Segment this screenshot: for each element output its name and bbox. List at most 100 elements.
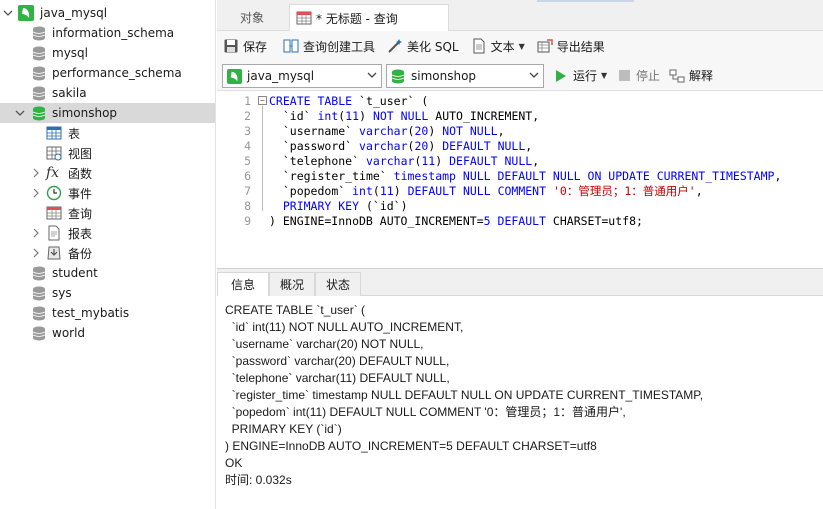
line-number: 3: [244, 124, 251, 138]
db-label: mysql: [52, 46, 88, 60]
tab-objects[interactable]: 对象: [217, 4, 287, 31]
tree-item-label: 视图: [68, 146, 93, 161]
code-line: ) ENGINE=InnoDB AUTO_INCREMENT=5 DEFAULT…: [269, 214, 643, 228]
stop-button[interactable]: 停止: [619, 67, 660, 84]
tree-item-queries[interactable]: 查询: [0, 203, 215, 223]
tree-db-test_mybatis[interactable]: test_mybatis: [0, 303, 215, 323]
export-label: 导出结果: [556, 39, 605, 54]
connection-icon: [18, 5, 34, 21]
fold-toggle[interactable]: −: [258, 96, 267, 105]
tree-db-mysql[interactable]: mysql: [0, 43, 215, 63]
save-button[interactable]: 保存: [223, 38, 267, 55]
tab-info[interactable]: 信息: [217, 272, 269, 296]
database-select[interactable]: simonshop: [386, 64, 544, 88]
output-time: 时间: 0.032s: [225, 473, 292, 487]
stop-icon: [619, 70, 630, 81]
beautify-sql-button[interactable]: 美化 SQL: [387, 38, 459, 55]
code-line: `telephone` varchar(11) DEFAULT NULL,: [282, 154, 540, 168]
line-number: 7: [244, 184, 251, 198]
db-label: sakila: [52, 86, 87, 100]
code-line: `popedom` int(11) DEFAULT NULL COMMENT '…: [282, 184, 703, 198]
explain-button[interactable]: 解释: [669, 67, 713, 84]
text-button[interactable]: 文本 ▼: [471, 38, 525, 55]
query-builder-button[interactable]: 查询创建工具: [283, 38, 375, 55]
clock-icon: [46, 185, 62, 201]
tab-query-label: * 无标题 - 查询: [316, 11, 398, 26]
chevron-down-icon[interactable]: [14, 107, 26, 119]
line-number: 5: [244, 154, 251, 168]
code-line: `username` varchar(20) NOT NULL,: [282, 124, 505, 138]
db-label: information_schema: [52, 26, 175, 40]
tab-profile[interactable]: 概况: [269, 272, 315, 296]
db-label: test_mybatis: [52, 306, 130, 320]
tree-item-label: 事件: [68, 186, 93, 201]
tree-connection[interactable]: java_mysql: [0, 3, 215, 23]
chevron-down-icon[interactable]: [2, 7, 14, 19]
connection-select-value: java_mysql: [247, 69, 315, 83]
query-builder-icon: [283, 39, 299, 53]
output-line: `username` varchar(20) NOT NULL,: [225, 337, 424, 351]
database-icon: [32, 106, 46, 120]
database-icon: [391, 69, 405, 83]
stop-label: 停止: [636, 69, 661, 83]
code-line: `password` varchar(20) DEFAULT NULL,: [282, 139, 533, 153]
database-select-value: simonshop: [411, 69, 477, 83]
chevron-right-icon[interactable]: [30, 187, 42, 199]
tree-item-label: 函数: [68, 166, 93, 181]
tree-db-sys[interactable]: sys: [0, 283, 215, 303]
query-toolbar: 保存 查询创建工具 美化 SQL 文本 ▼ 导出结果: [217, 31, 823, 61]
connection-label: java_mysql: [40, 6, 108, 20]
report-icon: [48, 225, 60, 241]
tree-item-label: 表: [68, 126, 81, 141]
database-icon: [32, 46, 46, 60]
magic-wand-icon: [388, 39, 403, 53]
caret-down-icon: ▼: [601, 71, 608, 80]
explain-label: 解释: [689, 69, 714, 83]
code-line: CREATE TABLE `t_user` (: [269, 94, 429, 108]
tree-db-world[interactable]: world: [0, 323, 215, 343]
chevron-down-icon: [529, 70, 539, 83]
table-icon: [46, 126, 62, 140]
function-icon: fx: [46, 165, 60, 181]
tree-item-tables[interactable]: 表: [0, 123, 215, 143]
output-status: OK: [225, 456, 243, 470]
database-icon: [32, 86, 46, 100]
line-number: 2: [244, 109, 251, 123]
navigator-sidebar: java_mysql information_schema mysql perf…: [0, 0, 216, 509]
output-line: `popedom` int(11) DEFAULT NULL COMMENT '…: [225, 405, 626, 419]
line-number: 9: [244, 214, 251, 228]
message-output: CREATE TABLE `t_user` ( `id` int(11) NOT…: [225, 302, 703, 489]
tree-db-sakila[interactable]: sakila: [0, 83, 215, 103]
tree-db-performance_schema[interactable]: performance_schema: [0, 63, 215, 83]
tree-item-views[interactable]: 视图: [0, 143, 215, 163]
database-icon: [32, 26, 46, 40]
code-line: PRIMARY KEY (`id`): [282, 199, 408, 213]
tree-item-label: 报表: [68, 226, 93, 241]
export-results-button[interactable]: 导出结果: [537, 38, 605, 55]
output-line: `id` int(11) NOT NULL AUTO_INCREMENT,: [225, 320, 464, 334]
tree-item-reports[interactable]: 报表: [0, 223, 215, 243]
tab-query[interactable]: * 无标题 - 查询: [289, 4, 449, 31]
results-tab-bar: 信息 概况 状态: [217, 269, 823, 296]
tree-item-events[interactable]: 事件: [0, 183, 215, 203]
window-accent-line: [537, 0, 634, 2]
sql-editor[interactable]: 1 2 3 4 5 6 7 8 9 − CREATE TABLE `t_user…: [217, 91, 823, 267]
connection-select[interactable]: java_mysql: [222, 64, 382, 88]
query-icon: [46, 206, 62, 220]
tree-item-functions[interactable]: fx 函数: [0, 163, 215, 183]
tree-db-information_schema[interactable]: information_schema: [0, 23, 215, 43]
code-line: `register_time` timestamp NULL DEFAULT N…: [282, 169, 782, 183]
run-button[interactable]: 运行 ▼: [554, 67, 607, 84]
chevron-right-icon[interactable]: [30, 247, 42, 259]
output-line: `password` varchar(20) DEFAULT NULL,: [225, 354, 450, 368]
tree-db-simonshop[interactable]: simonshop: [0, 103, 215, 123]
db-label: sys: [52, 286, 72, 300]
tree-item-backups[interactable]: 备份: [0, 243, 215, 263]
database-icon: [32, 326, 46, 340]
tab-status[interactable]: 状态: [315, 272, 361, 296]
db-label: world: [52, 326, 86, 340]
tree-db-student[interactable]: student: [0, 263, 215, 283]
chevron-right-icon[interactable]: [30, 167, 42, 179]
database-icon: [32, 306, 46, 320]
chevron-right-icon[interactable]: [30, 227, 42, 239]
